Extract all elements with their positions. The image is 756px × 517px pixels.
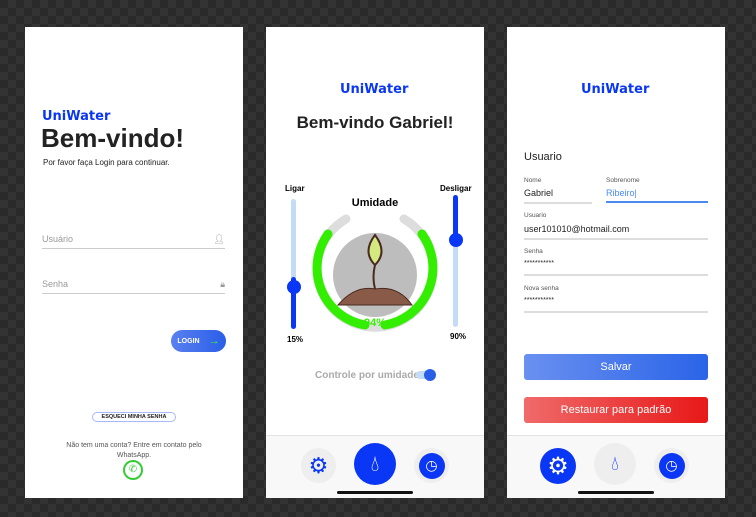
user-icon: 👤︎ <box>213 234 225 244</box>
home-indicator <box>337 491 413 494</box>
username-underline <box>524 238 708 240</box>
password-input[interactable]: Senha 🔒︎ <box>42 279 225 294</box>
page-title: Bem-vindo Gabriel! <box>296 113 454 132</box>
off-slider[interactable] <box>448 195 463 327</box>
subtitle: Por favor faça Login para continuar. <box>43 158 170 167</box>
login-label: LOGIN <box>177 337 200 345</box>
clock-icon: ◷ <box>658 452 685 479</box>
humidity-gauge <box>312 214 438 332</box>
save-button[interactable]: Salvar <box>524 354 708 380</box>
contact-text: Não tem uma conta? Entre em contato pelo… <box>66 442 202 459</box>
gear-icon: ⚙ <box>308 452 329 478</box>
bottom-nav: ⚙ 💧︎ ◷ <box>507 435 725 498</box>
login-screen: UniWater Bem-vindo! Por favor faça Login… <box>25 27 243 498</box>
logo: UniWater <box>581 82 650 97</box>
arrow-right-icon: → <box>208 335 220 347</box>
page-title: Bem-vindo! <box>41 123 184 153</box>
off-slider-thumb[interactable] <box>448 233 463 247</box>
home-screen: UniWater Bem-vindo Gabriel! Ligar 15% De… <box>266 27 484 498</box>
surname-label: Sobrenome <box>606 177 640 184</box>
forgot-password-button[interactable]: ESQUECI MINHA SENHA <box>92 412 176 422</box>
settings-nav-button[interactable]: ⚙ <box>540 448 576 484</box>
name-label: Nome <box>524 177 542 184</box>
toggle-knob <box>424 369 436 381</box>
water-nav-button[interactable]: 💧︎ <box>354 443 396 485</box>
surname-underline <box>606 201 708 203</box>
clock-icon: ◷ <box>418 452 445 479</box>
username-value: user101010@hotmail.com <box>524 224 630 234</box>
off-value: 90% <box>450 332 467 341</box>
humidity-control-toggle[interactable] <box>416 369 436 381</box>
clock-nav-button[interactable]: ◷ <box>654 448 689 483</box>
settings-nav-button[interactable]: ⚙ <box>301 448 336 483</box>
password-value: *********** <box>524 260 554 267</box>
username-placeholder: Usuário <box>42 234 74 244</box>
toggle-label: Controle por umidade <box>315 370 419 381</box>
water-drop-icon: 💧︎ <box>370 451 380 476</box>
on-slider[interactable] <box>286 199 301 329</box>
on-slider-thumb[interactable] <box>286 280 301 294</box>
new-password-underline <box>524 311 708 313</box>
reset-button[interactable]: Restaurar para padrão <box>524 397 708 423</box>
whatsapp-icon[interactable]: ✆ <box>123 460 143 480</box>
logo: UniWater <box>340 82 409 97</box>
profile-screen: UniWater Usuario Nome Gabriel Sobrenome … <box>507 27 725 498</box>
bottom-nav: ⚙ 💧︎ ◷ <box>266 435 484 498</box>
clock-nav-button[interactable]: ◷ <box>414 448 449 483</box>
new-password-label: Nova senha <box>524 285 559 292</box>
password-placeholder: Senha <box>42 279 69 289</box>
password-label: Senha <box>524 248 543 255</box>
on-value: 15% <box>287 335 304 344</box>
humidity-value: 94% <box>363 317 387 329</box>
name-underline <box>524 202 592 204</box>
new-password-value: *********** <box>524 297 554 304</box>
username-label: Usuario <box>524 212 547 219</box>
water-drop-icon: 💧︎ <box>611 452 619 475</box>
login-button[interactable]: LOGIN → <box>171 330 226 352</box>
logo: UniWater <box>42 109 111 124</box>
password-underline <box>524 274 708 276</box>
on-label: Ligar <box>285 184 305 193</box>
off-label: Desligar <box>440 184 472 193</box>
gear-icon: ⚙ <box>547 452 569 480</box>
water-nav-button[interactable]: 💧︎ <box>594 443 636 485</box>
section-title: Usuario <box>524 151 562 163</box>
surname-value: Ribeiro| <box>606 188 637 198</box>
username-input[interactable]: Usuário 👤︎ <box>42 234 225 249</box>
home-indicator <box>578 491 654 494</box>
lock-icon: 🔒︎ <box>220 279 225 289</box>
